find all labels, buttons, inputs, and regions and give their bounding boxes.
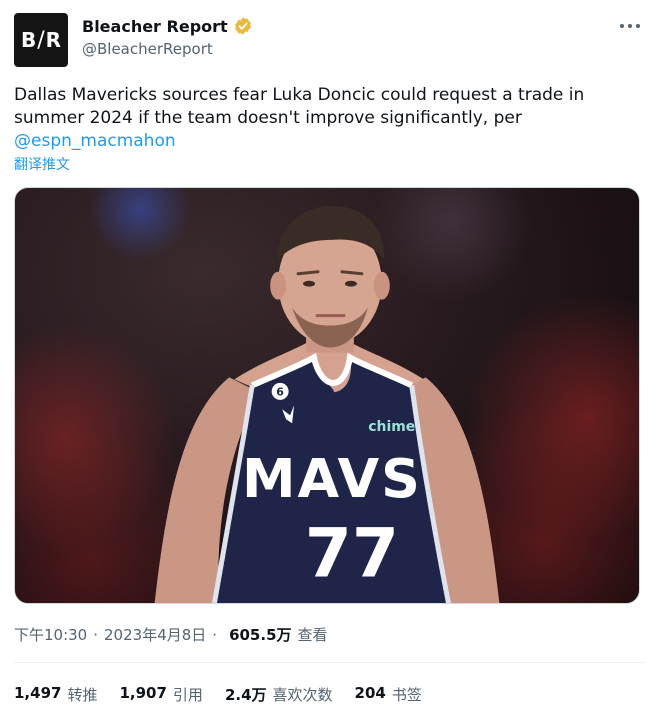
mention-link[interactable]: @espn_macmahon <box>14 130 650 153</box>
user-handle[interactable]: @BleacherReport <box>82 40 213 58</box>
name-row: Bleacher Report <box>82 16 253 36</box>
jersey-text: MAVS <box>242 447 422 510</box>
jersey-number: 77 <box>305 514 399 593</box>
stat-number: 204 <box>354 684 386 702</box>
tweet-line-1: Dallas Mavericks sources fear Luka Donci… <box>14 85 585 105</box>
bleacher-report-logo: B/R <box>20 27 62 53</box>
views-count: 605.5万 <box>229 626 292 644</box>
stat-label: 转推 <box>67 686 98 704</box>
translate-tweet-link[interactable]: 翻译推文 <box>14 154 70 174</box>
stat-number: 1,497 <box>14 684 62 702</box>
stat-label: 喜欢次数 <box>272 686 333 704</box>
quotes-stat[interactable]: 1,907 引用 <box>119 684 202 705</box>
tweet-text: Dallas Mavericks sources fear Luka Donci… <box>14 84 650 153</box>
meta-separator: · <box>93 625 99 644</box>
divider <box>14 662 646 663</box>
meta-separator: · <box>212 625 218 644</box>
more-options-icon[interactable] <box>620 16 640 36</box>
engagement-stats: 1,497 转推 1,907 引用 2.4万 喜欢次数 204 书签 <box>14 684 444 705</box>
stat-label: 书签 <box>391 686 422 704</box>
stat-number: 2.4万 <box>224 686 267 704</box>
tweet-meta: 下午10:30 · 2023年4月8日 · 605.5万 查看 <box>14 624 328 645</box>
tweet-date[interactable]: 2023年4月8日 <box>104 624 206 645</box>
player-illustration: 6 chime MAVS 77 <box>154 205 500 603</box>
tweet-photo[interactable]: 6 chime MAVS 77 <box>14 187 640 604</box>
tweet-line-2: summer 2024 if the team doesn't improve … <box>14 108 522 128</box>
jersey-patch-number: 6 <box>276 385 284 398</box>
bookmarks-stat[interactable]: 204 书签 <box>355 684 422 705</box>
stat-label: 引用 <box>172 686 203 704</box>
avatar[interactable]: B/R <box>14 13 68 67</box>
retweets-stat[interactable]: 1,497 转推 <box>14 684 97 705</box>
jersey-sponsor: chime <box>368 419 415 435</box>
tweet-time[interactable]: 下午10:30 <box>14 624 87 645</box>
verified-badge-icon <box>234 17 251 35</box>
stat-number: 1,907 <box>119 684 167 702</box>
likes-stat[interactable]: 2.4万 喜欢次数 <box>225 684 333 705</box>
views-label: 查看 <box>297 626 328 644</box>
display-name[interactable]: Bleacher Report <box>82 17 228 36</box>
